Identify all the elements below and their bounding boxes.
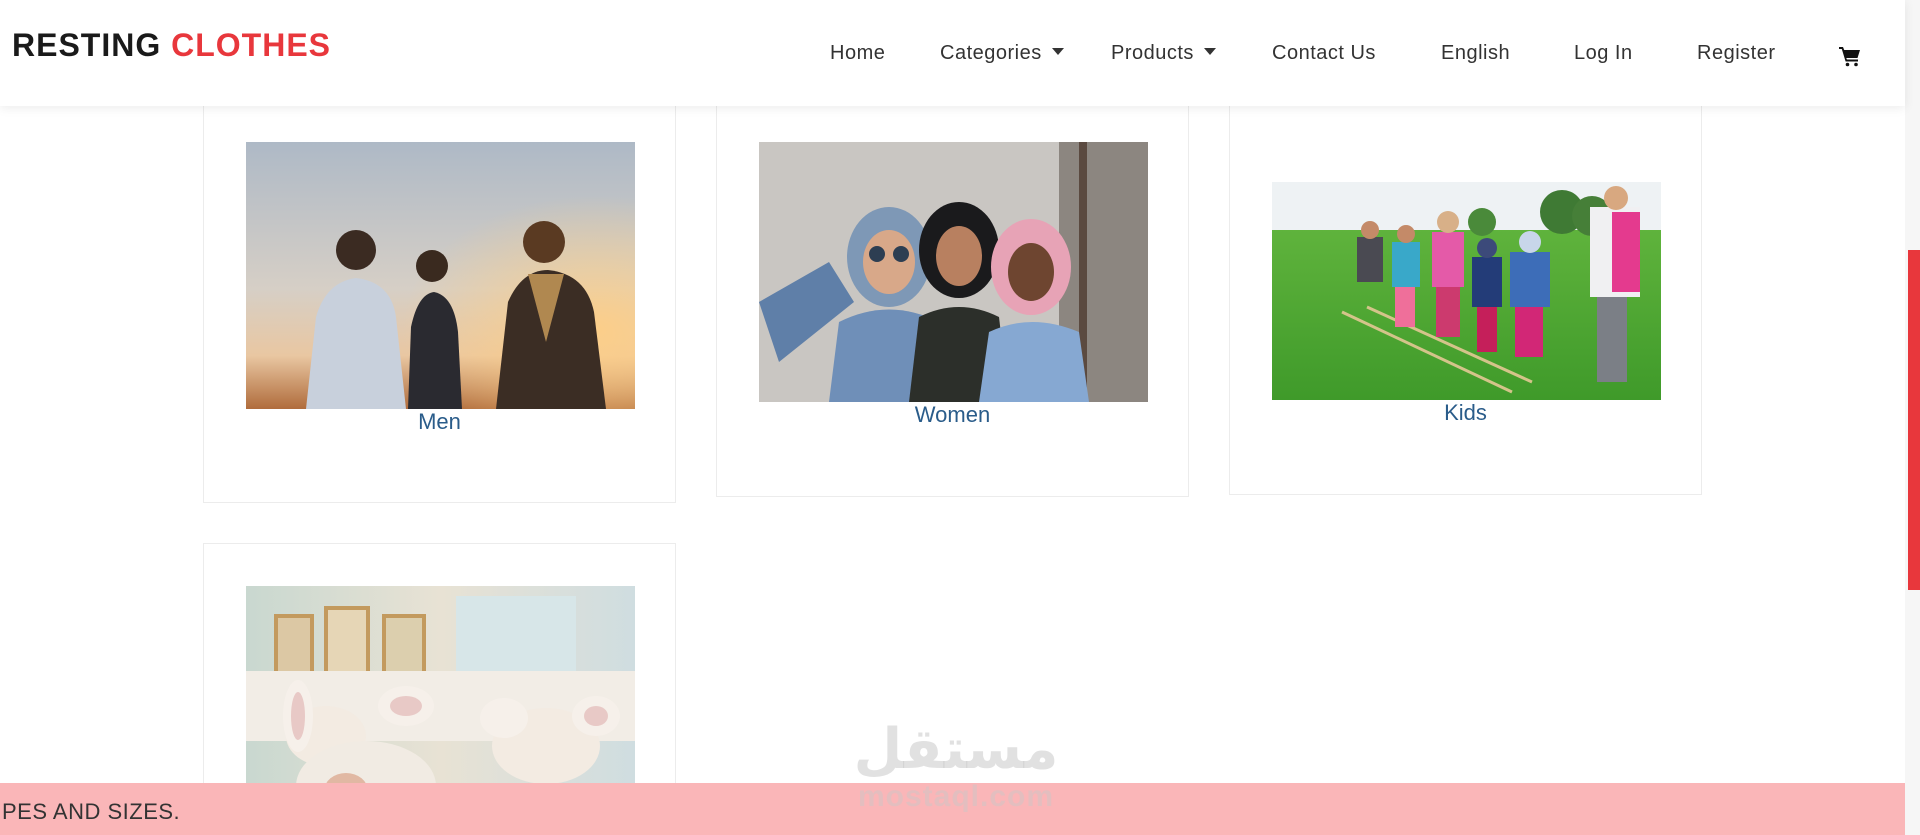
watermark-arabic-text: مستقل [854, 717, 1059, 782]
shopping-cart-icon[interactable] [1838, 44, 1862, 68]
category-card-women[interactable]: Women [716, 96, 1189, 497]
nav-products[interactable]: Products [1111, 40, 1216, 66]
men-photo[interactable] [246, 142, 635, 409]
women-photo[interactable] [759, 142, 1148, 402]
watermark-latin-text: mostaql.com [857, 780, 1055, 813]
main-nav: Home Categories Products Contact Us Engl… [0, 40, 1905, 70]
category-card-kids[interactable]: Kids [1229, 96, 1702, 495]
nav-home[interactable]: Home [830, 40, 885, 66]
kids-photo[interactable] [1272, 182, 1661, 400]
chevron-down-icon [1203, 48, 1216, 56]
nav-contact-us[interactable]: Contact Us [1272, 40, 1376, 66]
page: RESTING CLOTHES Home Categories Products… [0, 0, 1920, 835]
watermark-logo-icon: مستقل [854, 717, 1059, 782]
kids-photo-image [1272, 182, 1661, 400]
nav-login[interactable]: Log In [1574, 40, 1633, 66]
category-card-men[interactable]: Men [203, 96, 676, 503]
ticker-text: PES AND SIZES. [2, 799, 181, 824]
category-label-kids[interactable]: Kids [1230, 400, 1701, 426]
nav-products-label: Products [1111, 42, 1194, 64]
category-label-women[interactable]: Women [717, 402, 1188, 428]
scrollbar-thumb[interactable] [1908, 250, 1920, 590]
women-photo-image [759, 142, 1148, 402]
nav-categories-label: Categories [940, 42, 1042, 64]
site-header: RESTING CLOTHES Home Categories Products… [0, 0, 1905, 106]
men-photo-image [246, 142, 635, 409]
nav-language[interactable]: English [1441, 40, 1510, 66]
nav-register[interactable]: Register [1697, 40, 1775, 66]
category-label-men[interactable]: Men [204, 409, 675, 435]
nav-categories[interactable]: Categories [940, 40, 1064, 66]
chevron-down-icon [1051, 48, 1064, 56]
